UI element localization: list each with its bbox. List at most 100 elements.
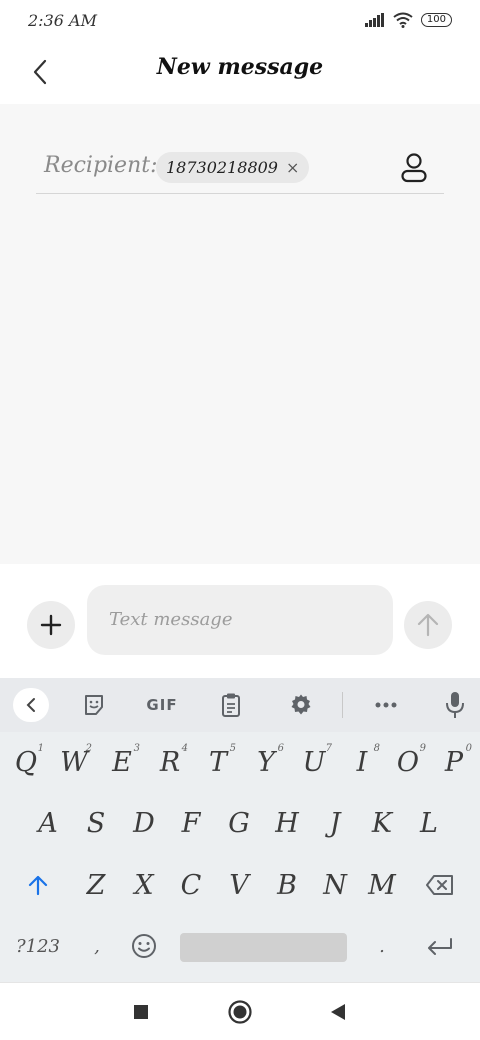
- key-c[interactable]: C: [169, 862, 213, 908]
- chevron-left-icon: [26, 698, 35, 712]
- key-b[interactable]: B: [265, 862, 309, 908]
- key-e[interactable]: E3: [100, 739, 144, 785]
- recipient-row[interactable]: Recipient: 18730218809 ×: [36, 144, 444, 194]
- keyboard-collapse-button[interactable]: [13, 688, 49, 722]
- key-k[interactable]: K: [360, 800, 404, 846]
- wifi-icon: [393, 12, 413, 28]
- key-q-hint: 1: [37, 743, 44, 754]
- message-input[interactable]: Text message: [87, 585, 393, 655]
- status-bar: 2:36 AM 100: [0, 0, 480, 44]
- key-a[interactable]: A: [26, 800, 70, 846]
- key-y-label: Y: [257, 746, 275, 778]
- shift-arrow-icon: [28, 875, 48, 896]
- voice-input-button[interactable]: [440, 690, 470, 720]
- key-e-label: E: [112, 746, 132, 778]
- circle-icon: [228, 1000, 252, 1024]
- key-w-label: W: [60, 746, 88, 778]
- key-d[interactable]: D: [122, 800, 166, 846]
- clipboard-button[interactable]: [216, 690, 246, 720]
- gif-button[interactable]: GIF: [143, 690, 181, 720]
- symbols-key[interactable]: ?123: [12, 923, 64, 969]
- key-o-hint: 9: [419, 743, 426, 754]
- key-f[interactable]: F: [169, 800, 213, 846]
- enter-arrow-icon: [428, 938, 452, 955]
- gif-label: GIF: [146, 696, 178, 714]
- recents-button[interactable]: [126, 997, 156, 1027]
- more-horizontal-icon: [375, 702, 397, 708]
- backspace-icon: [426, 875, 453, 895]
- key-i[interactable]: I8: [340, 739, 384, 785]
- status-time: 2:36 AM: [28, 11, 97, 30]
- key-u-hint: 7: [325, 743, 332, 754]
- backspace-key[interactable]: [418, 862, 462, 908]
- key-q[interactable]: Q1: [4, 739, 48, 785]
- sticker-button[interactable]: [79, 690, 109, 720]
- key-r-hint: 4: [181, 743, 188, 754]
- period-key[interactable]: .: [360, 923, 404, 969]
- key-i-hint: 8: [373, 743, 380, 754]
- key-r[interactable]: R4: [148, 739, 192, 785]
- person-icon: [401, 153, 427, 183]
- conversation-area: Recipient: 18730218809 ×: [0, 104, 480, 564]
- comma-key[interactable]: ,: [75, 923, 119, 969]
- key-q-label: Q: [14, 746, 38, 778]
- key-r-label: R: [159, 746, 181, 778]
- key-n[interactable]: N: [313, 862, 357, 908]
- key-t-hint: 5: [229, 743, 236, 754]
- recipient-label: Recipient:: [44, 153, 158, 178]
- key-i-label: I: [356, 746, 368, 778]
- arrow-up-icon: [417, 613, 439, 637]
- key-h[interactable]: H: [265, 800, 309, 846]
- key-w-hint: 2: [85, 743, 92, 754]
- key-j[interactable]: J: [313, 800, 357, 846]
- microphone-icon: [446, 692, 464, 718]
- more-options-button[interactable]: [371, 690, 401, 720]
- key-z[interactable]: Z: [74, 862, 118, 908]
- key-w[interactable]: W2: [52, 739, 96, 785]
- back-nav-button[interactable]: [323, 997, 353, 1027]
- key-x[interactable]: X: [122, 862, 166, 908]
- key-t-label: T: [208, 746, 227, 778]
- square-icon: [134, 1005, 148, 1019]
- key-v[interactable]: V: [217, 862, 261, 908]
- status-icons: 100: [364, 12, 452, 28]
- keyboard-settings-button[interactable]: [286, 690, 316, 720]
- key-e-hint: 3: [133, 743, 140, 754]
- signal-icon: [364, 13, 384, 27]
- enter-key[interactable]: [418, 923, 462, 969]
- key-y-hint: 6: [277, 743, 284, 754]
- key-y[interactable]: Y6: [244, 739, 288, 785]
- key-u[interactable]: U7: [292, 739, 336, 785]
- system-nav-bar: [0, 982, 480, 1040]
- key-s[interactable]: S: [74, 800, 118, 846]
- compose-bar: Text message: [0, 564, 480, 678]
- emoji-key[interactable]: [122, 923, 166, 969]
- key-p[interactable]: P0: [432, 739, 476, 785]
- triangle-back-icon: [331, 1004, 345, 1020]
- send-button[interactable]: [404, 601, 452, 649]
- key-g[interactable]: G: [217, 800, 261, 846]
- key-u-label: U: [302, 746, 326, 778]
- page-title: New message: [156, 54, 324, 80]
- key-l[interactable]: L: [407, 800, 451, 846]
- plus-icon: [40, 614, 62, 636]
- key-p-hint: 0: [465, 743, 472, 754]
- recipient-chip[interactable]: 18730218809 ×: [156, 152, 310, 183]
- home-button[interactable]: [225, 997, 255, 1027]
- chip-remove-icon[interactable]: ×: [286, 158, 299, 177]
- shift-key[interactable]: [16, 862, 60, 908]
- key-t[interactable]: T5: [196, 739, 240, 785]
- contacts-button[interactable]: [398, 148, 430, 188]
- battery-indicator: 100: [420, 13, 452, 27]
- smiley-icon: [132, 934, 156, 958]
- sticker-icon: [85, 695, 103, 715]
- add-attachment-button[interactable]: [27, 601, 75, 649]
- clipboard-icon: [222, 693, 240, 717]
- key-o[interactable]: O9: [386, 739, 430, 785]
- key-p-label: P: [444, 746, 464, 778]
- spacebar[interactable]: [180, 933, 347, 962]
- key-m[interactable]: M: [360, 862, 404, 908]
- key-o-label: O: [396, 746, 420, 778]
- keyboard: G I F Q 1 W 2 E 3 R 4 T 5 Y 6 U 7 I 8 O 9 …: [0, 678, 480, 982]
- recipient-chip-number: 18730218809: [166, 158, 278, 177]
